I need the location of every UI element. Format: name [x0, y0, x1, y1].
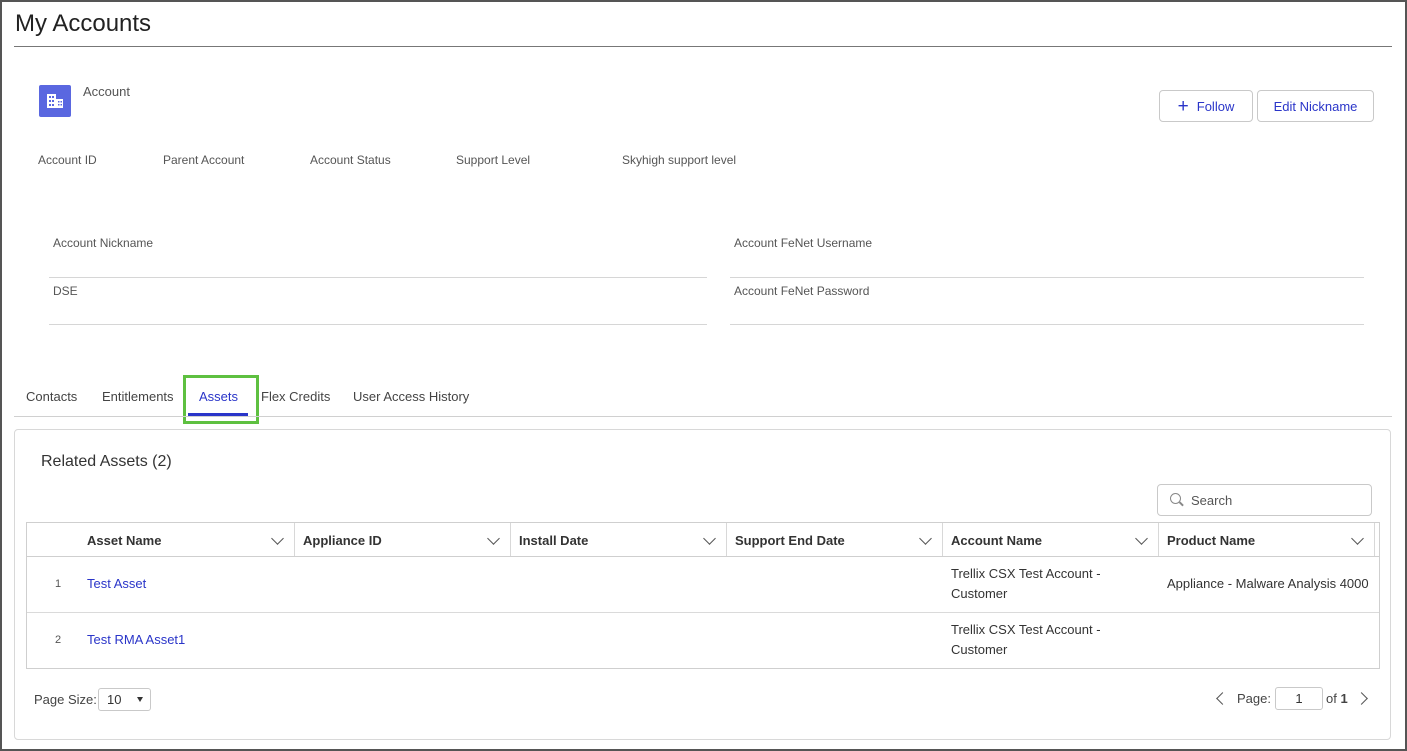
column-header-install-date[interactable]: Install Date — [511, 523, 727, 557]
column-header-asset-name[interactable]: Asset Name — [27, 523, 295, 557]
chevron-down-icon[interactable] — [703, 532, 716, 545]
tabs-divider — [14, 416, 1392, 417]
chevron-down-icon[interactable] — [271, 532, 284, 545]
tab-entitlements[interactable]: Entitlements — [102, 389, 174, 404]
fenet-username-label: Account FeNet Username — [734, 236, 873, 250]
account-name-cell-line2: Customer — [951, 642, 1008, 657]
fenet-username-field — [730, 277, 1364, 278]
search-icon — [1170, 493, 1184, 507]
assets-table: Asset Name Appliance ID Install Date Sup… — [26, 522, 1380, 669]
fenet-password-label: Account FeNet Password — [734, 284, 870, 298]
account-name-cell-line2: Customer — [951, 586, 1008, 601]
page-size-label: Page Size: — [34, 692, 97, 707]
of-label: of — [1326, 691, 1341, 706]
fenet-password-field — [730, 324, 1364, 325]
column-label: Support End Date — [735, 532, 845, 548]
column-label: Asset Name — [87, 532, 162, 548]
plus-icon: + — [1177, 95, 1189, 117]
chevron-down-icon[interactable] — [919, 532, 932, 545]
nickname-field — [49, 277, 707, 278]
row-divider — [27, 612, 1379, 613]
chevron-down-icon[interactable] — [487, 532, 500, 545]
tab-flex-credits[interactable]: Flex Credits — [261, 389, 330, 404]
related-assets-title: Related Assets (2) — [41, 453, 172, 470]
chevron-down-icon[interactable] — [1351, 532, 1364, 545]
header-field-parent-account: Parent Account — [163, 153, 245, 167]
account-name-cell: Trellix CSX Test Account - — [951, 566, 1101, 581]
column-header-appliance-id[interactable]: Appliance ID — [295, 523, 511, 557]
dse-field — [49, 324, 707, 325]
page-title: My Accounts — [15, 10, 152, 37]
product-name-cell: Appliance - Malware Analysis 4000 — [1167, 576, 1369, 591]
follow-button[interactable]: + Follow — [1159, 90, 1253, 122]
header-field-account-status: Account Status — [310, 153, 391, 167]
header-field-account-id: Account ID — [38, 153, 97, 167]
column-header-account-name[interactable]: Account Name — [943, 523, 1159, 557]
page-size-value: 10 — [107, 692, 122, 707]
column-label: Appliance ID — [303, 532, 382, 548]
dse-label: DSE — [53, 284, 78, 298]
follow-button-label: Follow — [1196, 98, 1235, 114]
row-number: 1 — [55, 578, 62, 590]
tab-contacts[interactable]: Contacts — [26, 389, 77, 404]
column-label: Product Name — [1167, 532, 1256, 548]
caret-down-icon — [137, 697, 143, 702]
asset-name-link[interactable]: Test Asset — [87, 574, 146, 594]
edit-nickname-button[interactable]: Edit Nickname — [1257, 90, 1374, 122]
row-number: 2 — [55, 634, 62, 646]
header-field-support-level: Support Level — [456, 153, 531, 167]
account-building-icon — [39, 85, 71, 117]
total-pages: 1 — [1340, 691, 1348, 706]
column-label: Account Name — [951, 532, 1043, 548]
column-header-product-name[interactable]: Product Name — [1159, 523, 1375, 557]
tab-user-access-history[interactable]: User Access History — [353, 389, 469, 404]
page-number-input[interactable]: 1 — [1275, 687, 1323, 710]
header-field-skyhigh-support-level: Skyhigh support level — [622, 153, 737, 167]
account-name-cell: Trellix CSX Test Account - — [951, 622, 1101, 637]
page-count: of 1 — [1326, 691, 1348, 706]
column-label: Install Date — [519, 532, 589, 548]
page-size-select[interactable]: 10 — [98, 688, 151, 711]
asset-name-link[interactable]: Test RMA Asset1 — [87, 630, 185, 650]
header-divider — [27, 556, 1379, 557]
page-label: Page: — [1237, 691, 1271, 706]
search-input[interactable] — [1191, 492, 1351, 508]
title-divider — [14, 46, 1392, 47]
search-box[interactable] — [1157, 484, 1372, 516]
chevron-down-icon[interactable] — [1135, 532, 1148, 545]
nickname-label: Account Nickname — [53, 236, 154, 250]
column-header-support-end-date[interactable]: Support End Date — [727, 523, 943, 557]
record-type-label: Account — [83, 84, 130, 99]
